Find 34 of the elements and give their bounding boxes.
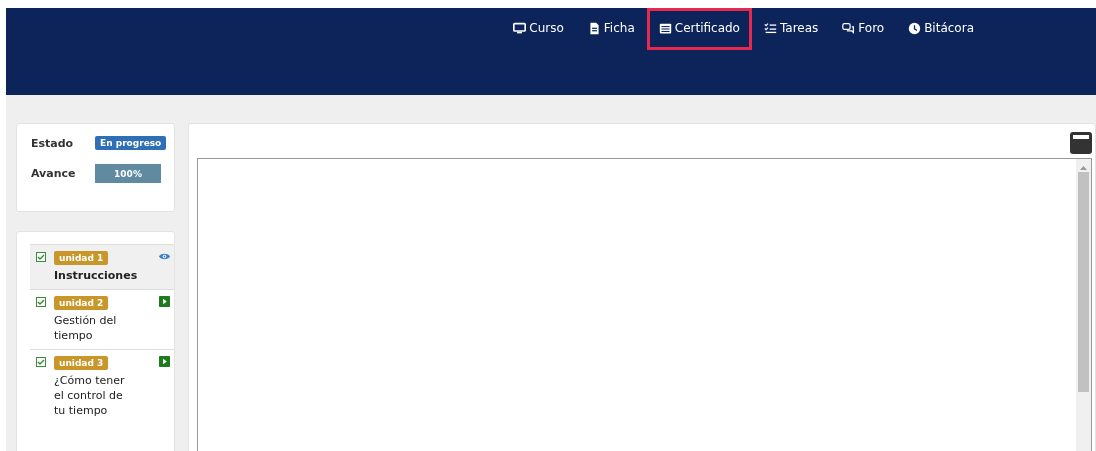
unit-item[interactable]: unidad 3 ¿Cómo tener el control de tu tiempo <box>30 349 174 424</box>
checkbox[interactable] <box>36 297 46 307</box>
checkbox[interactable] <box>36 357 46 367</box>
clock-icon <box>908 21 922 35</box>
unit-item[interactable]: unidad 1 Instrucciones <box>30 244 174 289</box>
status-badge: En progreso <box>95 136 167 150</box>
progress-label: Avance <box>31 167 77 180</box>
checkbox[interactable] <box>36 252 46 262</box>
unit-title: ¿Cómo tener el control de tu tiempo <box>54 373 126 418</box>
nav-tab[interactable]: Bitácora <box>896 8 986 50</box>
progress-value: 100% <box>114 168 142 179</box>
scrollbar[interactable] <box>1076 159 1091 451</box>
unit-badge: unidad 1 <box>54 251 109 265</box>
nav-tab[interactable]: Certificado <box>646 8 752 50</box>
monitor-icon <box>513 21 527 35</box>
play-icon[interactable] <box>159 296 170 307</box>
scroll-up-icon[interactable] <box>1080 165 1087 170</box>
unit-item[interactable]: unidad 2 Gestión del tiempo <box>30 289 174 349</box>
list-icon <box>658 21 672 35</box>
nav-tab[interactable]: Ficha <box>575 8 647 50</box>
tasks-icon <box>763 21 777 35</box>
nav-tab[interactable]: Tareas <box>751 8 831 50</box>
nav-tab[interactable]: Curso <box>501 8 576 50</box>
play-icon[interactable] <box>159 356 170 367</box>
eye-icon[interactable] <box>159 251 170 262</box>
file-icon <box>587 21 601 35</box>
unit-badge: unidad 3 <box>54 356 109 370</box>
unit-title: Gestión del tiempo <box>54 313 118 343</box>
chat-icon <box>842 21 856 35</box>
unit-title: Instrucciones <box>54 268 138 283</box>
status-label: Estado <box>31 136 75 150</box>
unit-badge: unidad 2 <box>54 296 109 310</box>
nav-tab[interactable]: Foro <box>830 8 897 50</box>
window-icon[interactable] <box>1070 132 1092 154</box>
